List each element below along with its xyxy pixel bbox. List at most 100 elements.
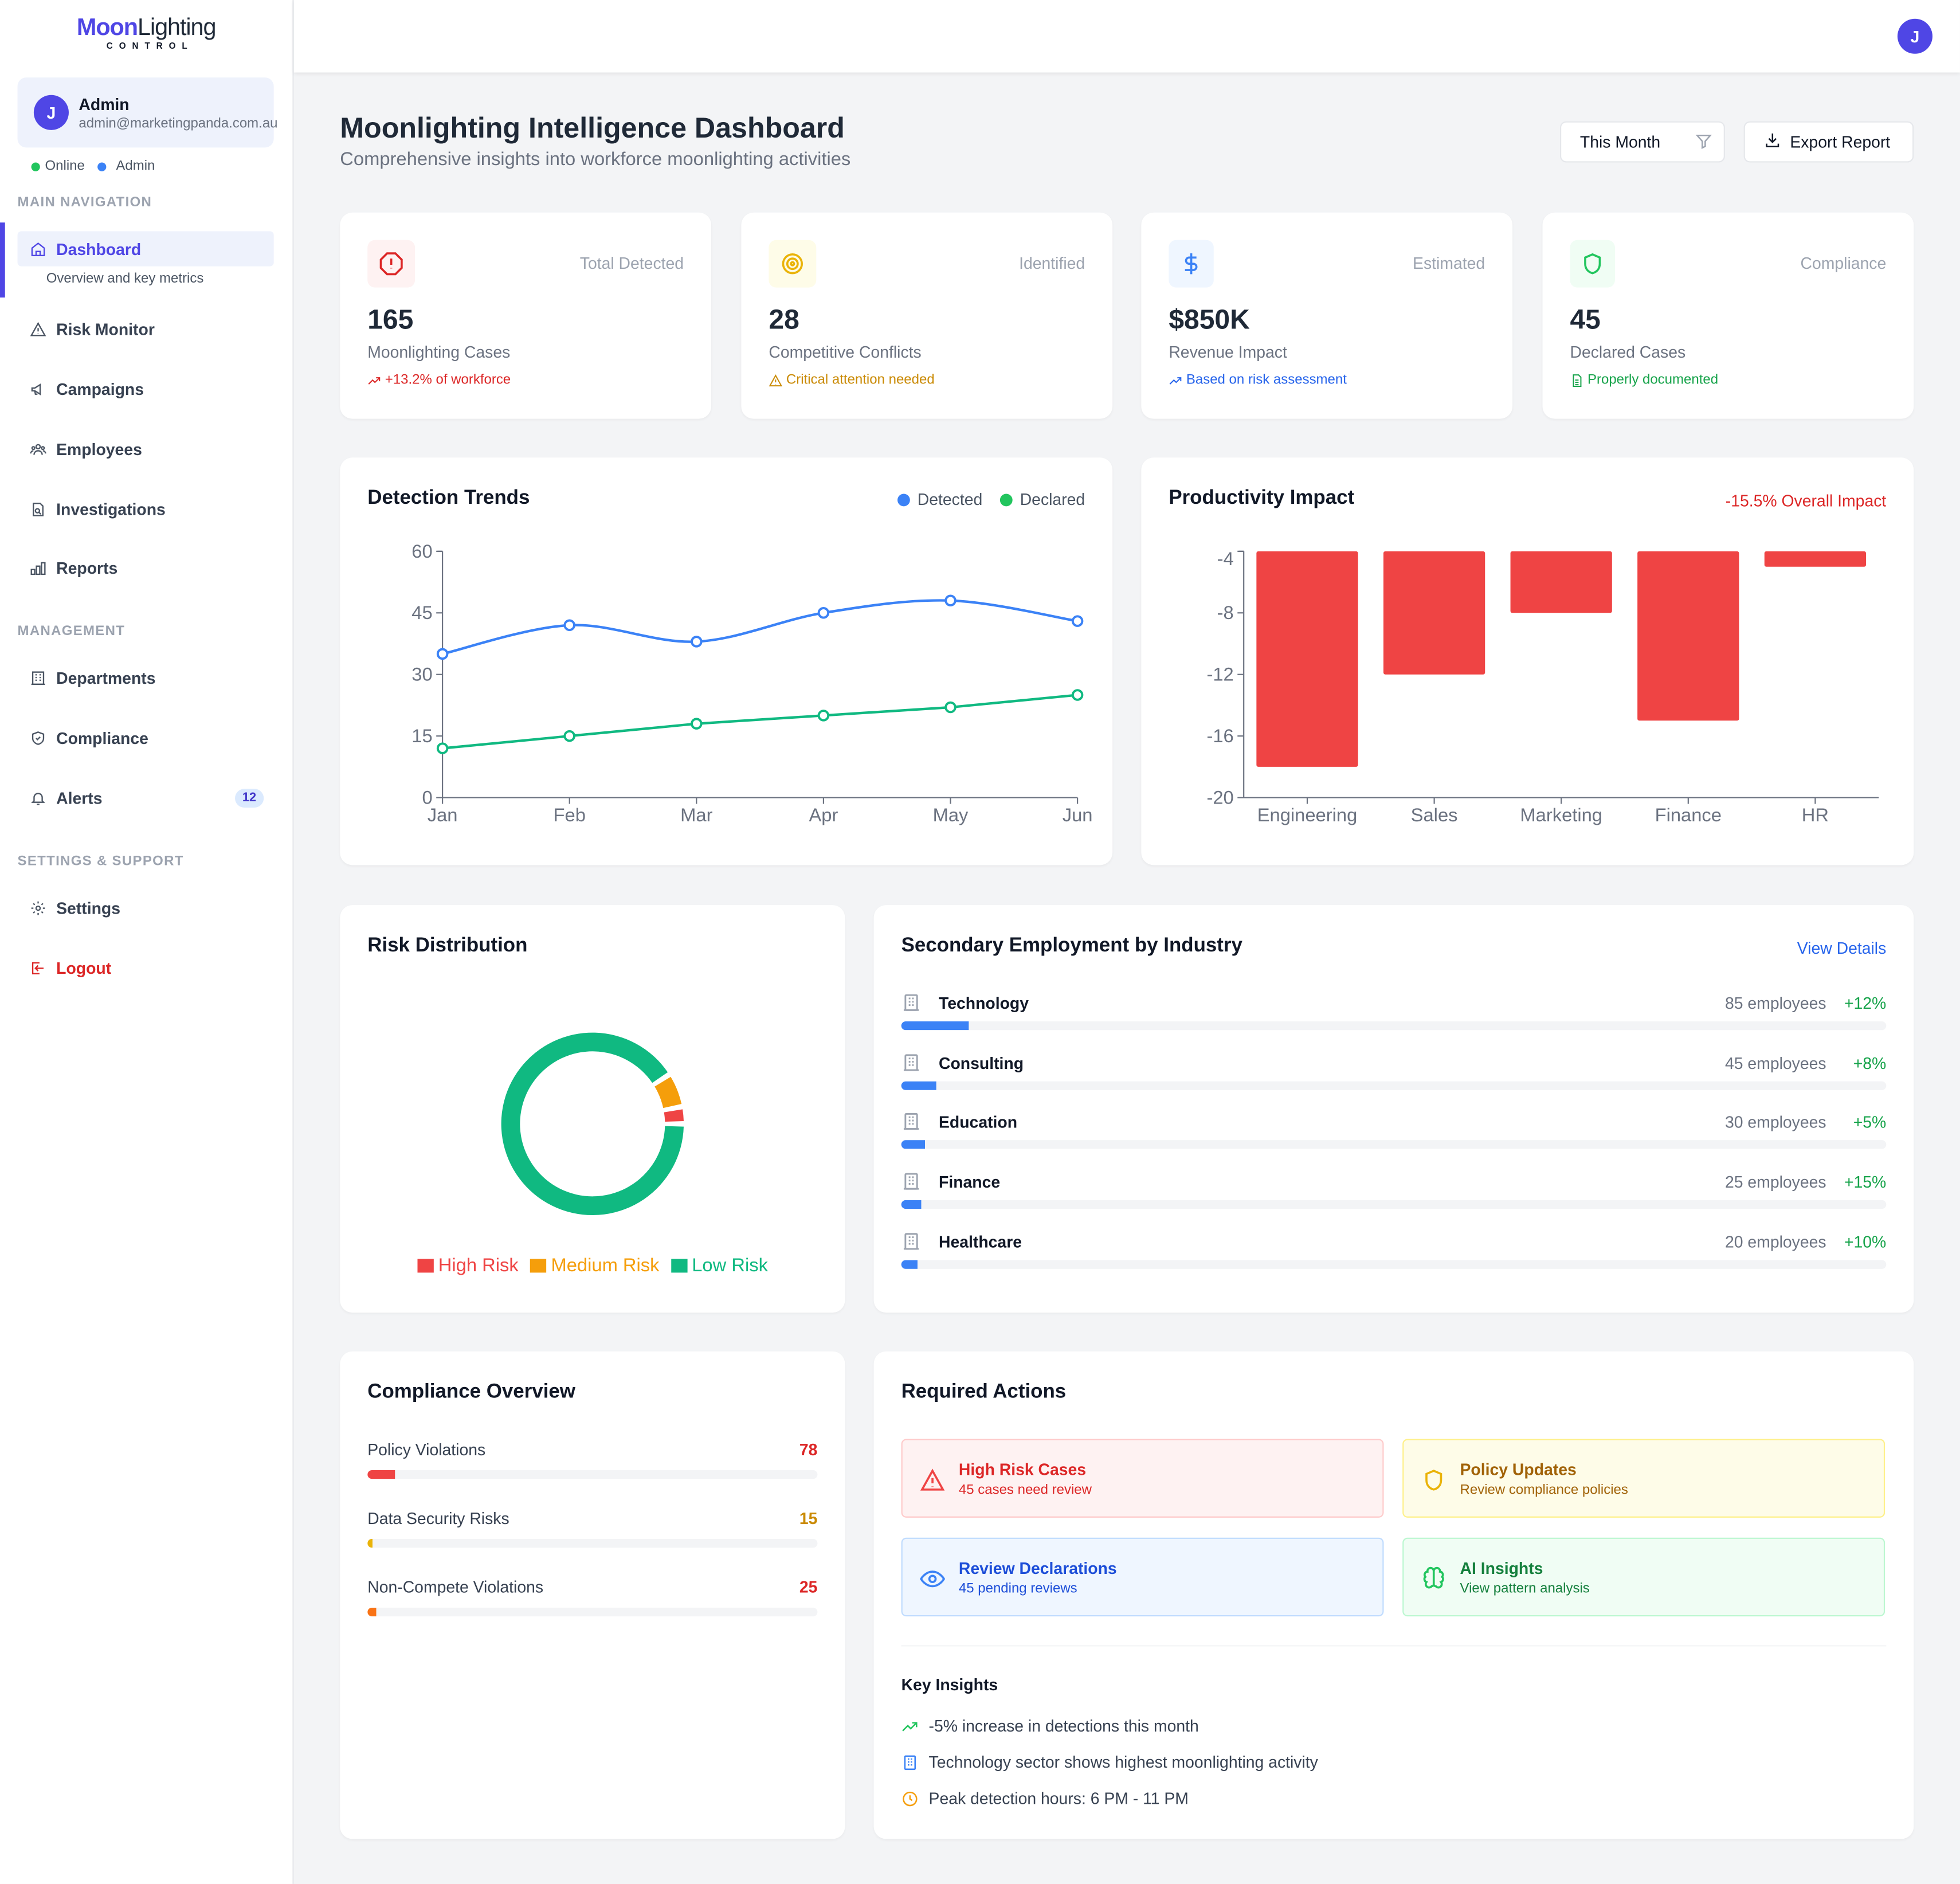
filter-icon: [1695, 132, 1713, 154]
logo-lighting: Lighting: [138, 15, 217, 41]
industry-row: Education 30 employees +5%: [901, 1112, 1887, 1162]
y-tick-label: -4: [1217, 548, 1234, 569]
status-label: Online: [45, 158, 85, 174]
building-icon: [901, 1753, 919, 1771]
stat-caption: Declared Cases: [1570, 342, 1686, 362]
sidebar-item-dashboard[interactable]: Dashboard: [17, 231, 274, 267]
sidebar-item-label: Logout: [56, 958, 112, 977]
export-report-button[interactable]: Export Report: [1743, 121, 1914, 163]
detection-trends-card: Detection Trends Detected Declared 0 15 30…: [340, 457, 1113, 865]
legend-item-medium-risk: Medium Risk: [530, 1255, 660, 1276]
y-tick-label: 15: [411, 725, 432, 746]
sidebar-item-reports[interactable]: Reports: [18, 550, 274, 585]
compliance-progress-fill: [367, 1538, 373, 1548]
profile-avatar[interactable]: J: [1897, 18, 1932, 54]
stat-card-identified: Identified 28 Competitive Conflicts Crit…: [741, 212, 1113, 419]
sidebar-item-label: Risk Monitor: [56, 319, 155, 338]
building-icon: [29, 669, 46, 687]
industry-name: Education: [939, 1113, 1018, 1132]
card-title: Required Actions: [901, 1381, 1067, 1403]
action-high-risk-cases[interactable]: High Risk Cases 45 cases need review: [901, 1439, 1384, 1518]
user-card[interactable]: J Admin admin@marketingpanda.com.au: [17, 77, 278, 148]
period-select-value: This Month: [1579, 132, 1661, 151]
building-icon: [901, 1112, 922, 1132]
slice-medium-risk: [654, 1076, 682, 1109]
x-tick-label: HR: [1802, 804, 1829, 825]
sidebar-item-label: Departments: [56, 668, 156, 687]
sidebar-item-alerts[interactable]: Alerts 12: [18, 780, 274, 815]
stat-value: 28: [769, 304, 799, 335]
industry-growth: +12%: [1844, 993, 1887, 1013]
data-point-detected: [817, 607, 830, 619]
stat-label: Compliance: [1800, 253, 1887, 273]
bar-chart-icon: [29, 559, 46, 577]
industry-progress-fill: [901, 1141, 925, 1150]
compliance-value: 78: [799, 1440, 818, 1459]
download-icon: [1764, 131, 1782, 152]
y-tick-label: -16: [1206, 725, 1233, 746]
y-tick-label: 30: [411, 664, 432, 685]
alerts-count-badge: 12: [234, 788, 264, 807]
user-email: admin@marketingpanda.com.au: [79, 116, 278, 132]
legend-swatch-icon: [530, 1259, 546, 1273]
x-tick-label: Jan: [428, 804, 458, 825]
sidebar-item-campaigns[interactable]: Campaigns: [18, 371, 274, 406]
stat-note: Critical attention needed: [769, 373, 935, 387]
action-title: AI Insights: [1460, 1558, 1543, 1578]
stat-label: Identified: [1019, 253, 1085, 273]
data-point-declared: [691, 718, 703, 730]
trending-up-icon: [368, 377, 381, 384]
view-details-link[interactable]: View Details: [1797, 939, 1887, 958]
x-tick-label: Sales: [1411, 804, 1458, 825]
x-tick-label: May: [933, 804, 969, 825]
sidebar-item-investigations[interactable]: Investigations: [18, 491, 274, 526]
active-indicator: [0, 222, 5, 298]
data-point-declared: [944, 701, 957, 714]
stat-note: Properly documented: [1570, 373, 1718, 387]
data-point-detected: [563, 619, 575, 632]
stat-value: 45: [1570, 304, 1601, 335]
sidebar-item-settings[interactable]: Settings: [18, 890, 274, 925]
sidebar-item-label: Investigations: [56, 499, 166, 519]
compliance-overview-card: Compliance Overview Policy Violations 78 D…: [340, 1351, 845, 1839]
sidebar-item-risk-monitor[interactable]: Risk Monitor: [18, 311, 274, 346]
brain-icon: [1421, 1566, 1447, 1592]
alert-octagon-icon: [367, 240, 415, 288]
legend-swatch-icon: [671, 1259, 687, 1273]
action-ai-insights[interactable]: AI Insights View pattern analysis: [1402, 1537, 1885, 1617]
sidebar-item-logout[interactable]: Logout: [18, 950, 274, 985]
x-tick-label: Jun: [1063, 804, 1093, 825]
sidebar-item-label: Compliance: [56, 728, 148, 747]
insight-text: Technology sector shows highest moonligh…: [928, 1752, 1318, 1772]
industry-progress-track: [901, 1200, 1887, 1209]
home-icon: [29, 240, 46, 258]
role-label: Admin: [116, 158, 155, 174]
page-title: Moonlighting Intelligence Dashboard: [340, 111, 845, 144]
sidebar-item-departments[interactable]: Departments: [18, 660, 274, 695]
y-tick-label: -20: [1206, 786, 1233, 808]
role-dot-icon: [97, 162, 106, 171]
sidebar: MoonLighting CONTROL J Admin admin@marke…: [0, 0, 294, 1884]
section-settings-support: SETTINGS & SUPPORT: [17, 853, 184, 869]
x-tick-label: Mar: [680, 804, 712, 825]
section-management: MANAGEMENT: [17, 624, 126, 639]
shield-icon: [1570, 240, 1615, 288]
detection-trends-chart: 015304560Jan Feb Mar Apr May Jun: [411, 540, 1093, 825]
building-icon: [901, 1052, 922, 1072]
sidebar-item-compliance[interactable]: Compliance: [18, 720, 274, 755]
action-title: Review Declarations: [958, 1558, 1117, 1578]
warning-triangle-icon: [29, 320, 46, 338]
action-title: High Risk Cases: [958, 1460, 1087, 1479]
industry-growth: +5%: [1853, 1113, 1887, 1132]
action-policy-updates[interactable]: Policy Updates Review compliance policies: [1402, 1439, 1885, 1518]
warning-triangle-icon: [920, 1468, 945, 1493]
action-subtitle: Review compliance policies: [1460, 1482, 1628, 1498]
action-review-declarations[interactable]: Review Declarations 45 pending reviews: [901, 1537, 1384, 1617]
period-select[interactable]: This Month: [1560, 121, 1725, 163]
legend-label: Medium Risk: [551, 1255, 660, 1276]
card-title: Compliance Overview: [367, 1381, 575, 1403]
avatar: J: [33, 95, 69, 130]
stat-note: +13.2% of workforce: [367, 373, 511, 387]
sidebar-item-employees[interactable]: Employees: [18, 431, 274, 466]
sidebar-item-label: Reports: [56, 558, 118, 577]
